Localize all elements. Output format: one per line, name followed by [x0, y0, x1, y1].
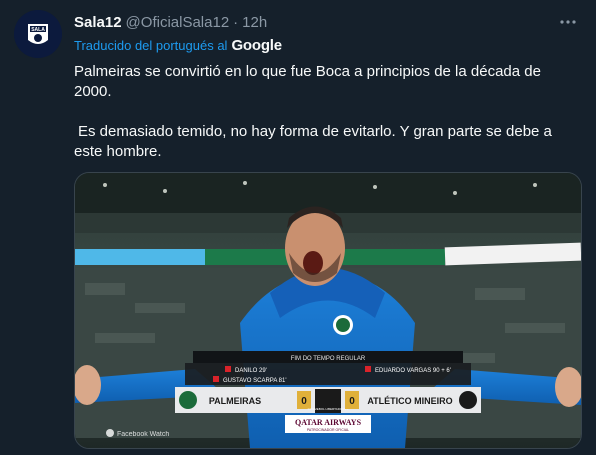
scoreboard-label: FIM DO TEMPO REGULAR — [291, 356, 366, 362]
away-score: 0 — [349, 396, 355, 407]
watermark: Facebook Watch — [117, 431, 169, 438]
sponsor-sub: PATROCINADOR OFICIAL — [307, 428, 349, 432]
tweet-header: Sala12 @OficialSala12 · 12h — [74, 12, 576, 32]
facebook-watch-icon — [106, 429, 114, 437]
competition: CONMEBOL LIBERTADORES — [308, 407, 349, 411]
handle[interactable]: @OficialSala12 — [126, 14, 230, 31]
more-icon — [560, 20, 576, 24]
tweet-media[interactable]: FIM DO TEMPO REGULAR DANILO 29' GUSTAVO … — [74, 172, 582, 449]
home-event-1: DANILO 29' — [235, 368, 267, 374]
display-name[interactable]: Sala12 — [74, 14, 122, 31]
more-options-button[interactable] — [556, 10, 580, 34]
atletico-crest-icon — [459, 391, 477, 409]
palmeiras-crest-icon — [179, 391, 197, 409]
avatar-text: SALA — [31, 27, 45, 33]
translated-label: Traducido del portugués al — [74, 38, 228, 53]
separator: · — [233, 13, 239, 31]
avatar[interactable]: SALA — [14, 10, 62, 58]
tweet-text-line-3: Es demasiado temido, no hay forma de evi… — [78, 123, 552, 140]
away-event-1: EDUARDO VARGAS 90 + 6' — [375, 368, 451, 374]
home-team: PALMEIRAS — [209, 396, 261, 406]
tweet-text-line-2: 2000. — [74, 83, 112, 100]
google-logo: Google — [231, 37, 282, 54]
tweet-text-line-4: este hombre. — [74, 143, 162, 160]
media-image: FIM DO TEMPO REGULAR DANILO 29' GUSTAVO … — [75, 173, 581, 448]
sala12-logo-icon: SALA — [14, 10, 62, 58]
home-event-2: GUSTAVO SCARPA 81' — [223, 378, 287, 384]
tweet-text-line-1: Palmeiras se convirtió en lo que fue Boc… — [74, 63, 541, 80]
timestamp[interactable]: 12h — [242, 14, 267, 31]
translation-notice[interactable]: Traducido del portugués al Google — [74, 37, 282, 54]
away-team: ATLÉTICO MINEIRO — [367, 396, 452, 406]
sponsor: QATAR AIRWAYS — [295, 418, 362, 427]
home-score: 0 — [301, 396, 307, 407]
